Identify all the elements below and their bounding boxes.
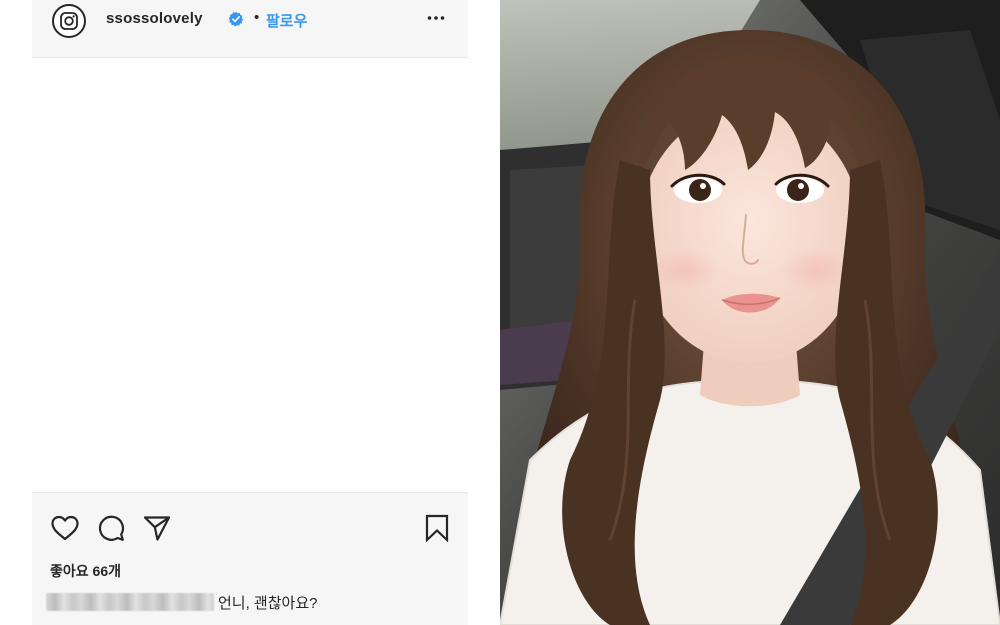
verified-badge-icon: [228, 11, 244, 27]
follow-button[interactable]: 팔로우: [266, 10, 307, 31]
post-header: ssossolovely • 팔로우: [32, 0, 468, 58]
more-options-icon[interactable]: [426, 8, 446, 28]
post-username[interactable]: ssossolovely: [106, 10, 203, 27]
instagram-logo-icon: [60, 12, 78, 30]
comment-bubble-icon[interactable]: [96, 513, 126, 543]
selfie-photo: [500, 0, 1000, 625]
selfie-image: [500, 0, 1000, 625]
instagram-post: ssossolovely • 팔로우 좋아요 66개 언니, 괜찮아요?: [0, 0, 500, 625]
separator-dot: •: [254, 9, 260, 26]
bookmark-icon[interactable]: [422, 513, 452, 543]
heart-icon[interactable]: [50, 513, 80, 543]
paper-plane-icon[interactable]: [142, 513, 172, 543]
blurred-commenter-name: [46, 593, 214, 611]
profile-avatar[interactable]: [52, 4, 86, 38]
likes-count[interactable]: 좋아요 66개: [50, 561, 121, 581]
post-media-blank: [32, 58, 468, 492]
post-footer: 좋아요 66개 언니, 괜찮아요?: [32, 492, 468, 625]
page: ssossolovely • 팔로우 좋아요 66개 언니, 괜찮아요?: [0, 0, 1000, 625]
comment-row: 언니, 괜찮아요?: [46, 591, 317, 613]
comment-text: 언니, 괜찮아요?: [218, 594, 318, 612]
